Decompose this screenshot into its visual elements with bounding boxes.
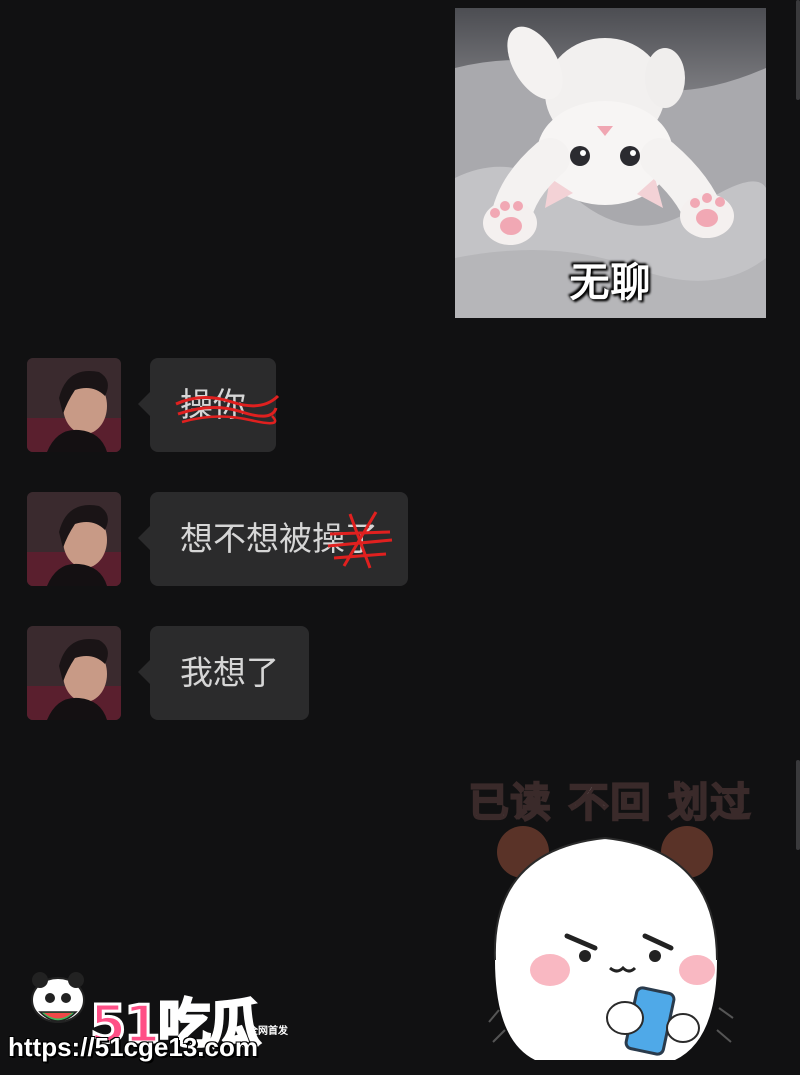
message-bubble[interactable]: 操你 [138,358,280,452]
avatar-image [27,626,121,720]
mascot-logo-icon [31,972,85,1023]
chat-screen: 无聊 操你 想不想被操了 我想了 已读 不回 划过 51吃瓜 全网首发 http… [0,0,800,1075]
avatar-image [27,492,121,586]
message-text: 想不想被操了 [180,519,378,558]
contact-avatar[interactable] [27,492,121,586]
watermark-url: https://51cge13.com [8,1032,258,1062]
contact-avatar[interactable] [27,626,121,720]
message-text: 操你 [180,385,246,424]
panda-sticker-image [488,826,734,1060]
cat-sticker-message[interactable]: 无聊 [455,8,766,318]
message-bubble[interactable]: 我想了 [138,626,309,720]
message-text: 我想了 [180,653,279,692]
scrollbar-top[interactable] [796,0,800,100]
panda-sticker-message[interactable]: 已读 不回 划过 [455,760,766,1075]
contact-avatar[interactable] [27,358,121,452]
message-bubble[interactable]: 想不想被操了 [138,492,408,586]
scrollbar-bottom[interactable] [796,760,800,850]
avatar-image [27,358,121,452]
watermark: 51吃瓜 全网首发 https://51cge13.com [8,960,308,1070]
cat-sticker-caption: 无聊 [569,260,652,306]
